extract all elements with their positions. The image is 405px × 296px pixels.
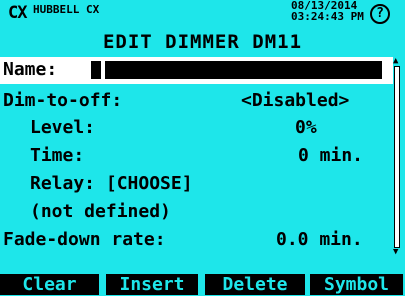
level-label: Level: — [30, 117, 96, 138]
page-title: EDIT DIMMER DM11 — [102, 31, 303, 53]
time-value[interactable]: 0 min. — [298, 145, 363, 166]
dim-to-off-label: Dim-to-off: — [3, 90, 123, 111]
fade-down-value[interactable]: 0.0 min. — [276, 229, 363, 250]
cx-logo: CX — [8, 3, 28, 23]
scrollbar[interactable]: ▲ ▼ — [393, 57, 400, 257]
name-input[interactable] — [105, 61, 382, 79]
help-icon[interactable]: ? — [370, 4, 390, 24]
scroll-down-icon[interactable]: ▼ — [393, 248, 398, 257]
time-label: 03:24:43 PM — [291, 10, 364, 23]
name-row[interactable]: Name: — [0, 57, 395, 84]
insert-softkey[interactable]: Insert — [106, 274, 198, 295]
level-value[interactable]: 0% — [295, 117, 317, 138]
relay-status: (not defined) — [30, 201, 171, 222]
time-label: Time: — [30, 145, 85, 166]
name-label: Name: — [3, 59, 58, 80]
fade-down-label: Fade-down rate: — [3, 229, 166, 250]
dim-to-off-value[interactable]: <Disabled> — [241, 90, 349, 111]
datetime-display: 08/13/2014 03:24:43 PM — [291, 0, 364, 22]
delete-softkey[interactable]: Delete — [205, 274, 305, 295]
text-cursor — [91, 61, 101, 79]
symbol-softkey[interactable]: Symbol — [310, 274, 403, 295]
clear-softkey[interactable]: Clear — [0, 274, 99, 295]
softkey-bar: Clear Insert Delete Symbol — [0, 272, 405, 296]
brand-label: HUBBELL CX — [33, 3, 100, 16]
scroll-track[interactable] — [394, 66, 400, 248]
relay-choose[interactable]: Relay: [CHOOSE] — [30, 173, 193, 194]
header-bar: CX HUBBELL CX 08/13/2014 03:24:43 PM ? — [0, 0, 405, 34]
scroll-up-icon[interactable]: ▲ — [393, 57, 398, 66]
